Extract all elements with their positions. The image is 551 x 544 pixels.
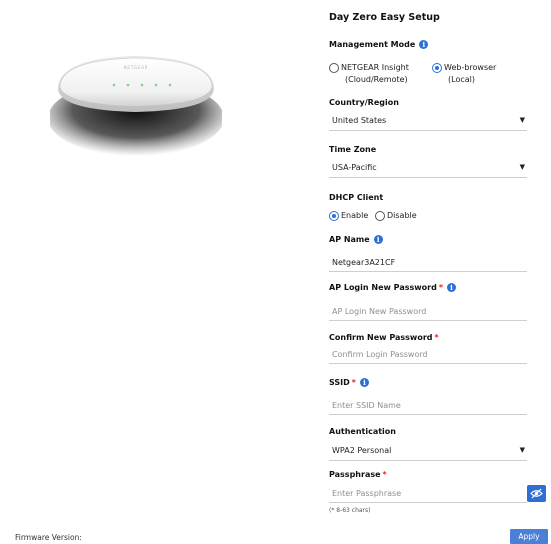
access-point-illustration: NETGEAR	[48, 56, 224, 156]
eye-slash-icon	[530, 488, 543, 499]
radio-button-unselected[interactable]	[375, 211, 385, 221]
radio-button-unselected[interactable]	[329, 63, 339, 73]
info-icon[interactable]: i	[419, 40, 429, 49]
ssid-label: SSID * i	[329, 378, 369, 387]
authentication-label: Authentication	[329, 427, 396, 436]
ssid-input[interactable]: Enter SSID Name	[329, 397, 527, 415]
time-zone-label: Time Zone	[329, 145, 377, 154]
radio-button-selected[interactable]	[329, 211, 339, 221]
radio-button-selected[interactable]	[432, 63, 442, 73]
country-region-select[interactable]: United States ▼	[329, 113, 527, 131]
device-brand-text: NETGEAR	[124, 65, 149, 70]
ap-name-input[interactable]: Netgear3A21CF	[329, 254, 527, 272]
management-mode-label: Management Mode i	[329, 40, 429, 49]
apply-button[interactable]: Apply	[510, 529, 548, 544]
chevron-down-icon: ▼	[519, 163, 525, 171]
required-asterisk: *	[351, 378, 356, 387]
required-asterisk: *	[434, 333, 439, 342]
radio-netgear-insight[interactable]: NETGEAR Insight (Cloud/Remote)	[329, 62, 409, 86]
required-asterisk: *	[382, 470, 387, 479]
chevron-down-icon: ▼	[519, 116, 525, 124]
form-title: Day Zero Easy Setup	[329, 12, 440, 23]
info-icon[interactable]: i	[373, 235, 383, 244]
firmware-version-label: Firmware Version:	[15, 533, 82, 542]
chevron-down-icon: ▼	[519, 446, 525, 454]
access-point-image: NETGEAR	[48, 48, 224, 168]
passphrase-label: Passphrase *	[329, 470, 387, 479]
confirm-password-input[interactable]: Confirm Login Password	[329, 346, 527, 364]
passphrase-hint: (* 8-63 chars)	[329, 507, 371, 514]
passphrase-input[interactable]: Enter Passphrase	[329, 485, 527, 503]
required-asterisk: *	[438, 283, 443, 292]
show-passphrase-button[interactable]	[527, 485, 546, 502]
info-icon[interactable]: i	[447, 283, 456, 292]
info-icon[interactable]: i	[359, 378, 369, 387]
confirm-password-label: Confirm New Password *	[329, 333, 439, 342]
dhcp-client-label: DHCP Client	[329, 193, 384, 202]
ap-name-label: AP Name i	[329, 235, 383, 244]
radio-dhcp-disable[interactable]: Disable	[375, 210, 417, 222]
country-region-label: Country/Region	[329, 98, 399, 107]
authentication-select[interactable]: WPA2 Personal ▼	[329, 443, 527, 461]
ap-login-password-label: AP Login New Password * i	[329, 283, 456, 292]
radio-web-browser[interactable]: Web-browser (Local)	[432, 62, 496, 86]
time-zone-select[interactable]: USA-Pacific ▼	[329, 160, 527, 178]
ap-login-password-input[interactable]: AP Login New Password	[329, 303, 527, 321]
radio-dhcp-enable[interactable]: Enable	[329, 210, 368, 222]
